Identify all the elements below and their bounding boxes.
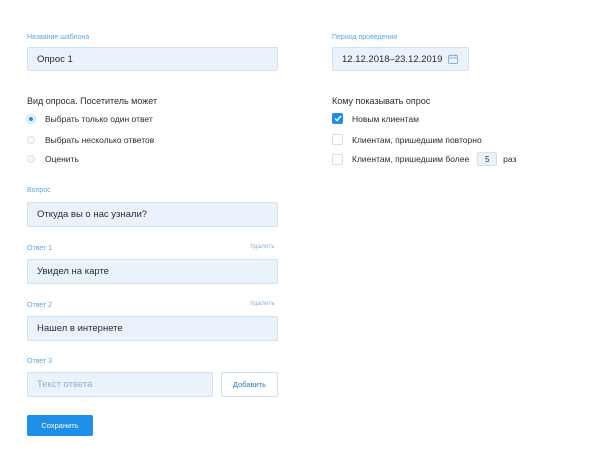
- radio-selected-icon[interactable]: [27, 115, 35, 123]
- radio-icon[interactable]: [27, 136, 35, 144]
- survey-type-option[interactable]: Оценить: [27, 154, 79, 164]
- question-input[interactable]: Откуда вы о нас узнали?: [27, 202, 278, 227]
- times-suffix: раз: [503, 154, 517, 164]
- template-name-input[interactable]: Опрос 1: [27, 47, 278, 71]
- radio-icon[interactable]: [27, 155, 35, 163]
- survey-type-option[interactable]: Выбрать несколько ответов: [27, 135, 154, 145]
- checkbox-icon[interactable]: [332, 134, 343, 145]
- delete-answer-link[interactable]: Удалить: [250, 243, 275, 250]
- answer-input[interactable]: Нашел в интернете: [27, 316, 278, 341]
- survey-type-option-label: Оценить: [45, 154, 79, 164]
- new-answer-input[interactable]: Текст ответа: [27, 372, 213, 397]
- save-button[interactable]: Сохранить: [27, 415, 93, 436]
- survey-type-title: Вид опроса. Посетитель может: [27, 96, 158, 106]
- question-label: Вопрос: [27, 187, 51, 194]
- calendar-icon[interactable]: [448, 54, 458, 67]
- template-name-label: Название шаблона: [27, 34, 90, 41]
- survey-type-option-label: Выбрать только один ответ: [45, 114, 153, 124]
- delete-answer-link[interactable]: Удалить: [250, 300, 275, 307]
- survey-type-option-label: Выбрать несколько ответов: [45, 135, 155, 145]
- answer-input[interactable]: Увидел на карте: [27, 259, 278, 284]
- period-value: 12.12.2018–23.12.2019: [342, 53, 443, 65]
- checkbox-checked-icon[interactable]: [332, 113, 343, 124]
- survey-type-option[interactable]: Выбрать только один ответ: [27, 114, 153, 124]
- audience-option[interactable]: Клиентам, пришедшим более 5 раз: [332, 152, 516, 166]
- audience-option-label: Клиентам, пришедшим более: [352, 154, 470, 164]
- audience-option[interactable]: Новым клиентам: [332, 113, 419, 124]
- answer-label: Ответ 1: [27, 245, 52, 252]
- times-input[interactable]: 5: [477, 152, 498, 166]
- period-label: Период проведения: [332, 34, 397, 41]
- checkbox-icon[interactable]: [332, 153, 343, 165]
- audience-option-label: Новым клиентам: [352, 113, 420, 124]
- answer-label: Ответ 3: [27, 358, 52, 365]
- answer-label: Ответ 2: [27, 302, 52, 309]
- audience-option-label: Клиентам, пришедшим повторно: [352, 134, 482, 145]
- audience-option[interactable]: Клиентам, пришедшим повторно: [332, 134, 482, 145]
- add-answer-button[interactable]: Добавить: [221, 372, 278, 397]
- period-input[interactable]: 12.12.2018–23.12.2019: [332, 47, 469, 71]
- audience-title: Кому показывать опрос: [332, 96, 431, 106]
